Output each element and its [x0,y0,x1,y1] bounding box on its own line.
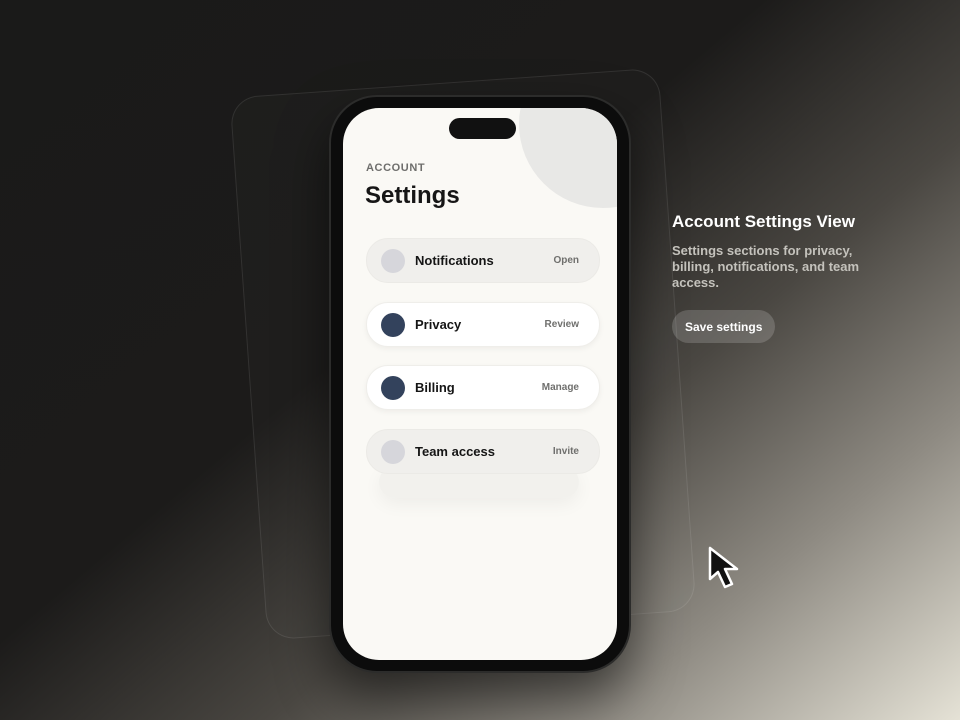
phone-screen: ACCOUNT Settings Notifications Open Priv… [343,108,617,660]
settings-item-label: Privacy [415,317,462,332]
page-title: Settings [365,182,460,209]
invite-action-link[interactable]: Invite [553,446,579,457]
review-action-link[interactable]: Review [545,319,579,330]
section-eyebrow: ACCOUNT [366,162,426,174]
settings-item-notifications[interactable]: Notifications Open [366,238,600,283]
status-dot-icon [381,375,405,400]
decorative-circle [519,108,617,208]
mouse-pointer-icon [708,546,739,589]
manage-action-link[interactable]: Manage [542,382,579,393]
settings-item-billing[interactable]: Billing Manage [366,365,600,410]
phone-frame: ACCOUNT Settings Notifications Open Priv… [329,95,631,673]
settings-item-team-access[interactable]: Team access Invite [366,429,600,474]
status-dot-icon [381,312,405,337]
open-action-link[interactable]: Open [553,255,579,266]
settings-item-privacy[interactable]: Privacy Review [366,302,600,347]
dynamic-island [449,118,516,139]
status-dot-icon [381,439,405,464]
settings-item-label: Billing [415,380,455,395]
save-settings-button[interactable]: Save settings [672,310,776,343]
settings-item-label: Team access [415,444,495,459]
status-dot-icon [381,248,405,273]
info-title: Account Settings View [672,212,855,231]
info-description: Settings sections for privacy, billing, … [672,243,860,290]
settings-item-label: Notifications [415,253,494,268]
